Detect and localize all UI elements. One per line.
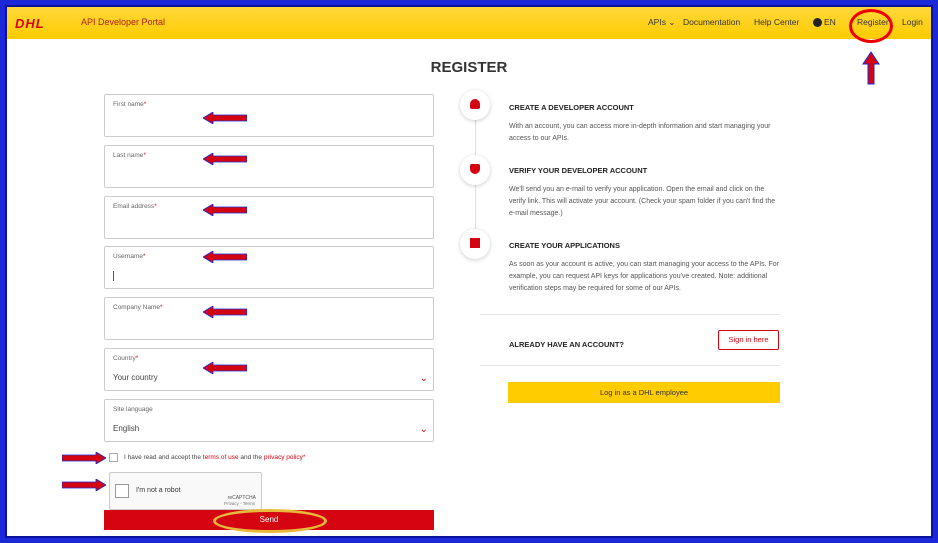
nav-help-center[interactable]: Help Center	[754, 17, 799, 27]
terms-checkbox[interactable]	[109, 453, 118, 462]
divider	[480, 314, 780, 315]
first-name-label: First name*	[113, 101, 147, 108]
browser-frame: DHL API Developer Portal APIs ⌄ Document…	[5, 5, 933, 538]
username-label: Username*	[113, 253, 146, 260]
email-label: Email address*	[113, 203, 157, 210]
last-name-field[interactable]: Last name*	[104, 145, 434, 188]
username-field[interactable]: Username*	[104, 246, 434, 289]
recaptcha-links[interactable]: Privacy - Terms	[224, 501, 255, 506]
site-language-value: English	[113, 424, 140, 433]
terms-and-text: and the	[238, 454, 264, 462]
recaptcha-checkbox[interactable]	[115, 484, 129, 498]
step-1-text: With an account, you can access more in-…	[509, 123, 771, 142]
step-1-title: CREATE A DEVELOPER ACCOUNT	[509, 103, 634, 112]
right-arrow-annotation	[62, 452, 106, 464]
chevron-down-icon: ⌄	[419, 373, 428, 384]
nav-documentation[interactable]: Documentation	[683, 17, 740, 27]
left-arrow-annotation	[203, 362, 247, 374]
already-have-account-label: ALREADY HAVE AN ACCOUNT?	[509, 340, 625, 349]
required-mark: *	[302, 454, 306, 462]
terms-checkbox-row[interactable]: I have read and accept the terms of use …	[109, 453, 305, 462]
left-arrow-annotation	[203, 204, 247, 216]
country-label: Country*	[113, 355, 139, 362]
step-2-text: We'll send you an e-mail to verify your …	[509, 186, 776, 217]
send-highlight-oval	[213, 509, 327, 533]
text-caret	[113, 271, 114, 281]
chevron-down-icon: ⌄	[668, 17, 676, 27]
left-arrow-annotation	[203, 251, 247, 263]
apps-icon	[460, 229, 490, 259]
right-arrow-annotation	[62, 479, 106, 491]
page-title: REGISTER	[430, 59, 508, 76]
company-name-label: Company Name*	[113, 304, 163, 311]
nav-apis[interactable]: APIs ⌄	[648, 17, 675, 28]
top-navigation-bar: DHL API Developer Portal APIs ⌄ Document…	[7, 7, 931, 43]
site-language-label: Site language	[113, 406, 153, 413]
terms-of-use-link[interactable]: terms of use	[203, 454, 239, 461]
shield-check-icon	[460, 155, 490, 185]
first-name-field[interactable]: First name*	[104, 94, 434, 137]
portal-name[interactable]: API Developer Portal	[81, 17, 165, 27]
left-arrow-annotation	[203, 153, 247, 165]
recaptcha-widget: I'm not a robot reCAPTCHA Privacy - Term…	[109, 472, 262, 510]
privacy-policy-link[interactable]: privacy policy	[264, 454, 303, 461]
terms-text: I have read and accept the	[124, 454, 203, 462]
company-name-field[interactable]: Company Name*	[104, 297, 434, 340]
recaptcha-text: I'm not a robot	[136, 487, 181, 494]
nav-login[interactable]: Login	[902, 17, 923, 27]
sign-in-button[interactable]: Sign in here	[718, 330, 779, 350]
user-icon	[460, 90, 490, 120]
site-language-select[interactable]: Site language English ⌄	[104, 399, 434, 442]
left-arrow-annotation	[203, 112, 247, 124]
step-2-title: VERIFY YOUR DEVELOPER ACCOUNT	[509, 166, 648, 175]
nav-language-label: EN	[824, 17, 836, 27]
register-highlight-circle	[849, 9, 893, 43]
last-name-label: Last name*	[113, 152, 146, 159]
dhl-logo[interactable]: DHL	[15, 16, 45, 31]
email-field[interactable]: Email address*	[104, 196, 434, 239]
left-arrow-annotation	[203, 306, 247, 318]
step-3-title: CREATE YOUR APPLICATIONS	[509, 241, 620, 250]
country-select[interactable]: Country* Your country ⌄	[104, 348, 434, 391]
nav-language[interactable]: EN	[813, 17, 836, 28]
divider	[480, 365, 780, 366]
globe-icon	[813, 18, 822, 28]
nav-apis-label: APIs	[648, 17, 666, 27]
chevron-down-icon: ⌄	[419, 424, 428, 435]
dhl-employee-login-button[interactable]: Log in as a DHL employee	[508, 382, 780, 403]
step-3-text: As soon as your account is active, you c…	[509, 261, 780, 292]
country-value: Your country	[113, 373, 158, 382]
